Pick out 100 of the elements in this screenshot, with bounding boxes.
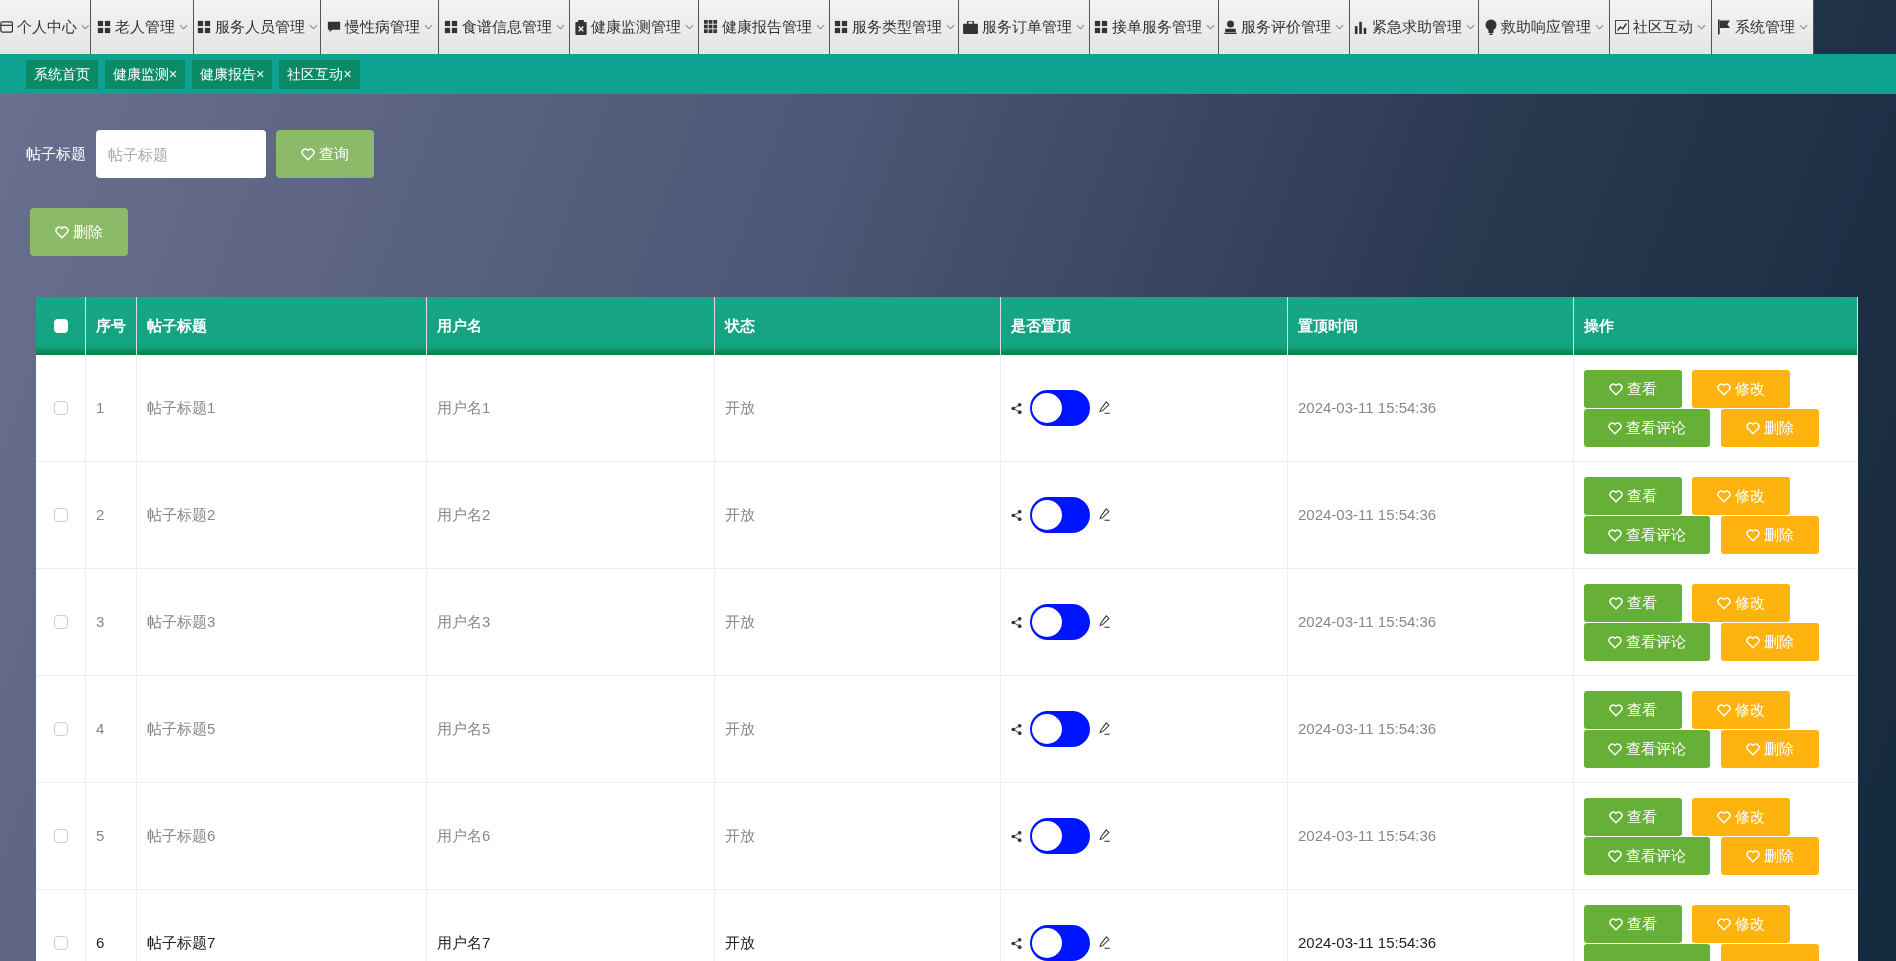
menu-item[interactable]: 个人中心: [0, 0, 91, 54]
action-button[interactable]: 查看评论: [1584, 516, 1710, 554]
share-icon[interactable]: [1011, 830, 1022, 842]
menu-item[interactable]: 服务人员管理: [194, 0, 321, 54]
action-button[interactable]: 修改: [1692, 691, 1790, 729]
caret-icon: [308, 24, 318, 30]
menu-label: 救助响应管理: [1500, 16, 1591, 37]
menu-item[interactable]: 食谱信息管理: [439, 0, 570, 54]
action-button[interactable]: 修改: [1692, 905, 1790, 943]
table-cell-text: 用户名7: [437, 932, 491, 953]
share-icon[interactable]: [1011, 616, 1022, 628]
menu-item[interactable]: 老人管理: [91, 0, 194, 54]
menu-item[interactable]: 救助响应管理: [1479, 0, 1610, 54]
menu-label: 服务类型管理: [851, 16, 942, 37]
toggle-switch[interactable]: [1030, 604, 1090, 640]
table-cell-text: 2024-03-11 15:54:36: [1298, 825, 1437, 846]
pencil-icon[interactable]: [1098, 936, 1111, 950]
heart-icon: [1608, 849, 1622, 863]
row-checkbox[interactable]: [53, 936, 68, 950]
action-button[interactable]: 查看: [1584, 477, 1682, 515]
toggle-switch[interactable]: [1030, 711, 1090, 747]
menu-label: 系统管理: [1734, 16, 1795, 37]
table-cell-text: 帖子标题5: [147, 718, 216, 739]
heart-icon: [1609, 596, 1623, 610]
action-button[interactable]: 删除: [1721, 623, 1819, 661]
share-icon[interactable]: [1011, 723, 1022, 735]
heart-icon: [1746, 849, 1760, 863]
caret-icon: [815, 24, 825, 30]
action-button[interactable]: 修改: [1692, 584, 1790, 622]
row-checkbox[interactable]: [53, 508, 68, 522]
field-label: 帖子标题: [26, 143, 86, 164]
menu-item[interactable]: 紧急求助管理: [1350, 0, 1479, 54]
menu-item[interactable]: 健康报告管理: [699, 0, 830, 54]
table-cell-text: 开放: [725, 718, 755, 739]
menu-item[interactable]: 健康监测管理: [570, 0, 699, 54]
toggle-switch[interactable]: [1030, 925, 1090, 961]
close-icon[interactable]: ×: [256, 63, 265, 85]
action-button[interactable]: 删除: [1721, 837, 1819, 875]
toggle-switch[interactable]: [1030, 818, 1090, 854]
action-button[interactable]: 查看: [1584, 798, 1682, 836]
action-button[interactable]: 查看评论: [1584, 623, 1710, 661]
heart-icon: [1608, 635, 1622, 649]
action-button[interactable]: 删除: [1721, 730, 1819, 768]
table-cell-text: 开放: [725, 504, 755, 525]
heart-icon: [1717, 382, 1731, 396]
row-checkbox[interactable]: [53, 722, 68, 736]
select-all-checkbox[interactable]: [53, 319, 68, 333]
toggle-switch[interactable]: [1030, 497, 1090, 533]
close-icon[interactable]: ×: [169, 63, 178, 85]
grid-icon: [703, 20, 718, 34]
action-button[interactable]: 查看: [1584, 691, 1682, 729]
page-tab[interactable]: 系统首页: [26, 59, 98, 89]
menu-item[interactable]: 社区互动: [1610, 0, 1712, 54]
user-icon: [1224, 20, 1237, 34]
pencil-icon[interactable]: [1098, 722, 1111, 736]
table-cell-text: 2024-03-11 15:54:36: [1298, 718, 1437, 739]
action-button[interactable]: 修改: [1692, 798, 1790, 836]
table-cell-text: 用户名5: [437, 718, 491, 739]
pencil-icon[interactable]: [1098, 615, 1111, 629]
table-cell-text: 1: [96, 397, 105, 418]
page-tab[interactable]: 健康监测×: [105, 59, 186, 89]
menu-item[interactable]: 系统管理: [1712, 0, 1814, 54]
share-icon[interactable]: [1011, 509, 1022, 521]
row-checkbox[interactable]: [53, 829, 68, 843]
bulb-icon: [1484, 19, 1497, 35]
menu-item[interactable]: 服务评价管理: [1219, 0, 1350, 54]
menu-label: 健康监测管理: [590, 16, 681, 37]
clipboard-icon: [574, 19, 587, 35]
caret-icon: [1594, 24, 1604, 30]
delete-button[interactable]: 删除: [30, 208, 128, 256]
pencil-icon[interactable]: [1098, 508, 1111, 522]
share-icon[interactable]: [1011, 402, 1022, 414]
action-button[interactable]: 修改: [1692, 370, 1790, 408]
pencil-icon[interactable]: [1098, 401, 1111, 415]
column-header: 序号: [96, 315, 126, 336]
action-button[interactable]: 查看评论: [1584, 837, 1710, 875]
pencil-icon[interactable]: [1098, 829, 1111, 843]
table-cell-text: 开放: [725, 611, 755, 632]
action-button[interactable]: 查看: [1584, 370, 1682, 408]
action-button[interactable]: 删除: [1721, 409, 1819, 447]
menu-item[interactable]: 接单服务管理: [1090, 0, 1219, 54]
share-icon[interactable]: [1011, 937, 1022, 949]
page-tab[interactable]: 健康报告×: [192, 59, 273, 89]
action-button[interactable]: 查看: [1584, 905, 1682, 943]
row-checkbox[interactable]: [53, 615, 68, 629]
action-button[interactable]: 查看: [1584, 584, 1682, 622]
action-button[interactable]: 修改: [1692, 477, 1790, 515]
action-button[interactable]: 查看评论: [1584, 730, 1710, 768]
page-tab[interactable]: 社区互动×: [279, 59, 360, 89]
menu-item[interactable]: 慢性病管理: [321, 0, 439, 54]
menu-item[interactable]: 服务类型管理: [830, 0, 959, 54]
action-button[interactable]: 删除: [1721, 516, 1819, 554]
close-icon[interactable]: ×: [343, 63, 352, 85]
heart-icon: [1608, 421, 1622, 435]
search-button[interactable]: 查询: [276, 130, 374, 178]
search-field[interactable]: 帖子标题: [96, 130, 266, 178]
row-checkbox[interactable]: [53, 401, 68, 415]
toggle-switch[interactable]: [1030, 390, 1090, 426]
action-button[interactable]: 查看评论: [1584, 409, 1710, 447]
menu-item[interactable]: 服务订单管理: [959, 0, 1090, 54]
